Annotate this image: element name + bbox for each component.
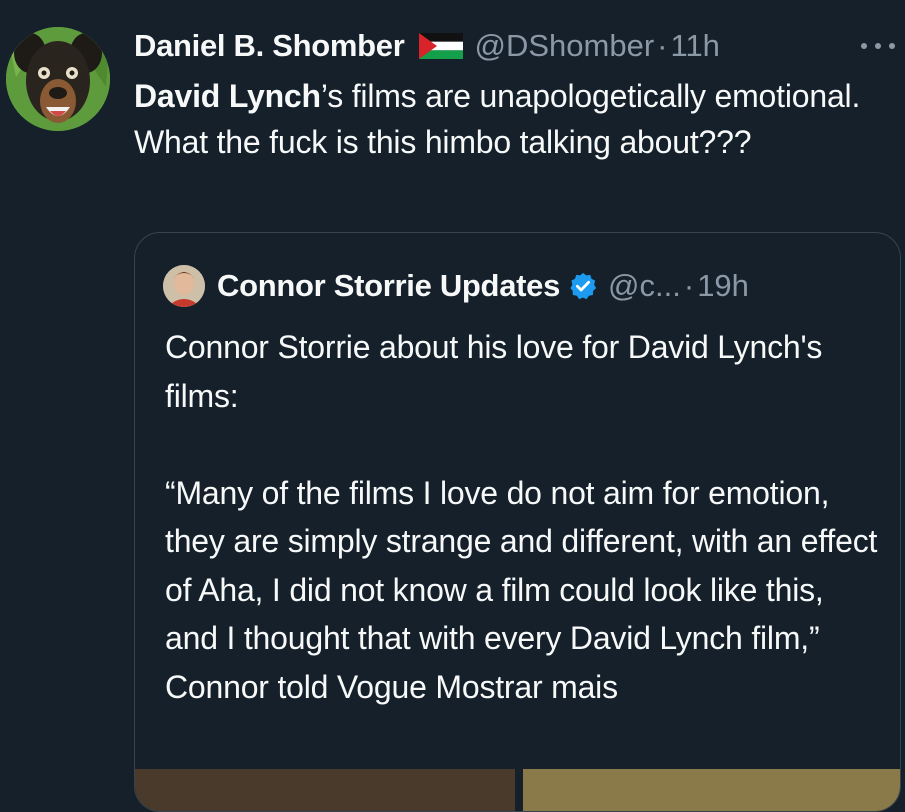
quoted-tweet-text: Connor Storrie about his love for David … <box>165 329 878 705</box>
more-options-icon[interactable] <box>856 36 900 56</box>
media-image-left[interactable] <box>135 769 515 811</box>
person-photo-icon <box>163 265 205 307</box>
quoted-tweet-media[interactable] <box>135 769 900 811</box>
dog-illustration-icon <box>6 27 110 131</box>
separator-dot: · <box>683 268 695 303</box>
author-handle[interactable]: @DShomber <box>475 24 655 68</box>
author-name[interactable]: Daniel B. Shomber <box>134 24 405 68</box>
tweet-timestamp[interactable]: 11h <box>671 24 720 68</box>
tweet-text: David Lynch’s films are unapologetically… <box>134 73 899 165</box>
media-divider <box>515 769 523 811</box>
quoted-tweet-timestamp[interactable]: 19h <box>697 268 749 304</box>
separator-dot: · <box>657 28 668 63</box>
quoted-tweet[interactable]: Connor Storrie Updates @c... · 19h Conno… <box>134 232 901 812</box>
quoted-tweet-header: Connor Storrie Updates @c... · 19h <box>163 263 749 309</box>
quoted-author-name[interactable]: Connor Storrie Updates <box>217 268 560 304</box>
mention-link[interactable]: David Lynch <box>134 78 321 114</box>
tweet[interactable]: Daniel B. Shomber @DShomber · 11h David … <box>0 0 905 812</box>
author-avatar[interactable] <box>6 27 110 131</box>
tweet-header: Daniel B. Shomber @DShomber · 11h <box>134 24 720 68</box>
quoted-author-handle[interactable]: @c... <box>608 268 681 304</box>
media-image-right[interactable] <box>523 769 900 811</box>
palestine-flag-icon <box>418 33 463 59</box>
quoted-author-avatar[interactable] <box>163 265 205 307</box>
verified-badge-icon <box>570 272 597 300</box>
